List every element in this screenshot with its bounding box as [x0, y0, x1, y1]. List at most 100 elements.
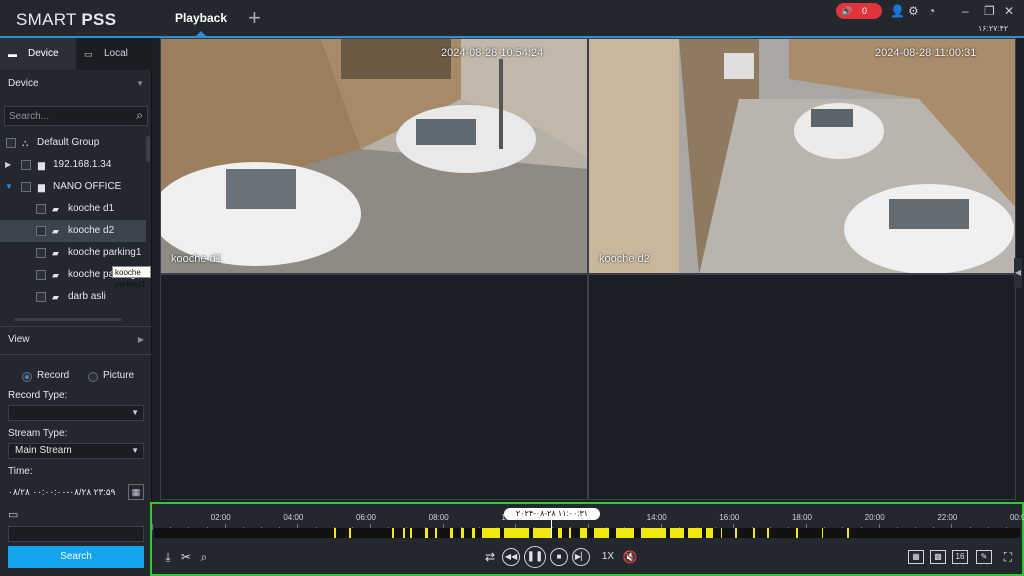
- record-segment[interactable]: [482, 528, 501, 538]
- video-cell-1[interactable]: 2024-08-28 10:54:24 kooche d1: [160, 38, 588, 274]
- tree-item-kooche-d1[interactable]: ▰ kooche d1: [0, 198, 146, 220]
- mute-icon[interactable]: 🔇: [622, 546, 638, 568]
- playhead-line[interactable]: [551, 520, 552, 538]
- record-radio[interactable]: [22, 372, 32, 382]
- record-track[interactable]: [154, 528, 1020, 538]
- record-segment[interactable]: [579, 528, 587, 538]
- settings-icon[interactable]: ⚙: [908, 4, 919, 18]
- checkbox[interactable]: [36, 248, 46, 258]
- record-segment[interactable]: [734, 528, 737, 538]
- record-segment[interactable]: [767, 528, 770, 538]
- record-segment[interactable]: [846, 528, 849, 538]
- search-button[interactable]: Search: [8, 546, 144, 568]
- record-segment[interactable]: [471, 528, 476, 538]
- sync-icon[interactable]: ⇄: [482, 546, 498, 568]
- checkbox[interactable]: [36, 226, 46, 236]
- chevron-down-icon: ▼: [131, 446, 139, 455]
- clock: ۱۶:۲۷:۴۲: [978, 24, 1009, 33]
- tab-local[interactable]: ▭ Local: [76, 38, 152, 70]
- tree-item-kooche-d2[interactable]: ▰ kooche d2: [0, 220, 146, 242]
- chevron-right-icon: ▶: [137, 335, 144, 344]
- checkbox[interactable]: [36, 270, 46, 280]
- record-segment[interactable]: [752, 528, 755, 538]
- record-segment[interactable]: [568, 528, 571, 538]
- record-segment[interactable]: [706, 528, 714, 538]
- fullscreen-icon[interactable]: ⛶: [1000, 546, 1016, 568]
- calendar-icon[interactable]: ▦: [128, 484, 144, 500]
- tree-item-default-group[interactable]: ⛬ Default Group: [0, 132, 146, 154]
- minimize-icon[interactable]: –: [962, 4, 969, 18]
- next-frame-icon[interactable]: ▶▏: [572, 548, 590, 566]
- video-cell-2[interactable]: 2024-08-28 11:00:31 kooche d2: [588, 38, 1016, 274]
- rewind-icon[interactable]: ◀◀: [502, 548, 520, 566]
- record-segment[interactable]: [402, 528, 405, 538]
- record-segment[interactable]: [334, 528, 337, 538]
- record-segment[interactable]: [532, 528, 551, 538]
- tree-horizontal-scrollbar[interactable]: [14, 318, 122, 321]
- checkbox[interactable]: [6, 138, 16, 148]
- checkbox[interactable]: [21, 160, 31, 170]
- record-segment[interactable]: [435, 528, 438, 538]
- view-section-header[interactable]: View ▶: [0, 328, 152, 352]
- video-cell-4[interactable]: [588, 274, 1016, 500]
- card-icon[interactable]: ▭: [8, 508, 18, 521]
- clip-icon[interactable]: ✂: [178, 546, 194, 568]
- tree-item-192-168-1-34[interactable]: ▶ ▆ 192.168.1.34: [0, 154, 146, 176]
- record-segment[interactable]: [720, 528, 723, 538]
- device-section-header[interactable]: Device ▼: [0, 72, 152, 96]
- tree-item-nano-office[interactable]: ▼ ▆ NANO OFFICE: [0, 176, 146, 198]
- layout-4-icon[interactable]: ▦: [908, 550, 924, 564]
- camera-feed-kooche-d1: [161, 39, 587, 273]
- stream-type-select[interactable]: Main Stream ▼: [8, 443, 144, 459]
- search-icon[interactable]: ⌕: [136, 108, 143, 123]
- smart-search-icon[interactable]: ⌕: [196, 546, 212, 568]
- user-icon[interactable]: 👤: [890, 4, 905, 18]
- video-cell-3[interactable]: [160, 274, 588, 500]
- performance-icon[interactable]: ◔: [928, 4, 935, 18]
- record-segment[interactable]: [796, 528, 799, 538]
- collapse-panel-icon[interactable]: ◀: [1014, 258, 1022, 288]
- expand-arrow-icon[interactable]: ▶: [5, 154, 11, 176]
- tab-playback[interactable]: Playback: [168, 0, 234, 36]
- download-icon[interactable]: ⤓: [160, 546, 176, 568]
- ruler-hour-label: 06:00: [355, 513, 377, 522]
- custom-layout-icon[interactable]: ✎: [976, 550, 992, 564]
- record-segment[interactable]: [410, 528, 412, 538]
- restore-icon[interactable]: ❐: [984, 4, 995, 18]
- collapse-arrow-icon[interactable]: ▼: [5, 176, 13, 198]
- layout-9-icon[interactable]: ▩: [930, 550, 946, 564]
- record-type-select[interactable]: ▼: [8, 405, 144, 421]
- record-segment[interactable]: [558, 528, 562, 538]
- tree-scrollbar[interactable]: [146, 136, 150, 162]
- alarm-button[interactable]: 🔊 0: [836, 3, 882, 19]
- close-icon[interactable]: ✕: [1004, 4, 1014, 18]
- tree-item-kooche-parking1[interactable]: ▰ kooche parking1: [0, 242, 146, 264]
- group-icon: ⛬: [22, 138, 29, 148]
- pause-icon[interactable]: ❚❚: [524, 546, 546, 568]
- record-segment[interactable]: [669, 528, 685, 538]
- record-segment[interactable]: [392, 528, 394, 538]
- card-number-field[interactable]: [8, 526, 144, 542]
- search-input[interactable]: [9, 109, 119, 123]
- checkbox[interactable]: [21, 182, 31, 192]
- layout-16-button[interactable]: 16: [952, 550, 968, 564]
- record-segment[interactable]: [615, 528, 634, 538]
- stop-icon[interactable]: ■: [550, 548, 568, 566]
- record-segment[interactable]: [504, 528, 530, 538]
- record-segment[interactable]: [594, 528, 609, 538]
- record-segment[interactable]: [449, 528, 454, 538]
- record-segment[interactable]: [348, 528, 351, 538]
- add-tab-button[interactable]: +: [248, 7, 261, 29]
- speed-label[interactable]: 1X: [598, 546, 618, 568]
- record-segment[interactable]: [424, 528, 429, 538]
- record-segment[interactable]: [821, 528, 824, 538]
- checkbox[interactable]: [36, 204, 46, 214]
- tab-device[interactable]: ▬ Device: [0, 38, 76, 70]
- record-segment[interactable]: [641, 528, 667, 538]
- time-range-field[interactable]: ۰۸/۲۸ ۰۰:۰۰:۰۰-۰۸/۲۸ ۲۳:۵۹: [8, 484, 124, 500]
- record-segment[interactable]: [688, 528, 703, 538]
- checkbox[interactable]: [36, 292, 46, 302]
- record-segment[interactable]: [460, 528, 465, 538]
- picture-radio[interactable]: [88, 372, 98, 382]
- osd-camera-name: kooche d2: [599, 253, 650, 265]
